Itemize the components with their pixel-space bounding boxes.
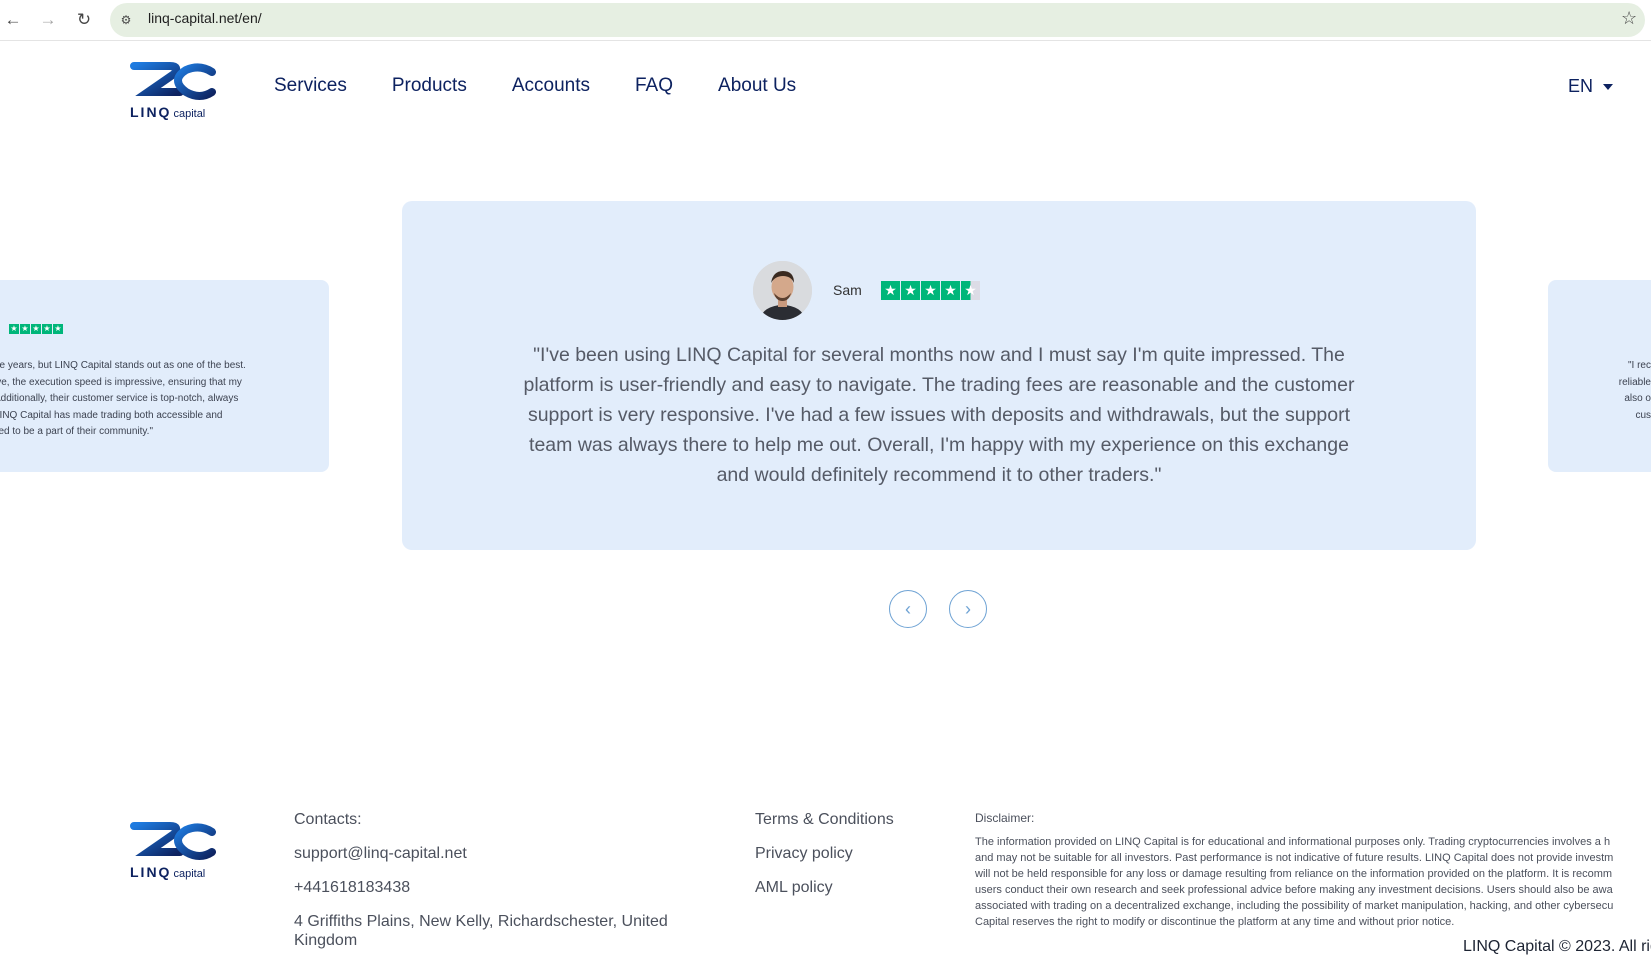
disclaimer-title: Disclaimer: — [975, 811, 1035, 825]
disclaimer-line: The information provided on LINQ Capital… — [975, 836, 1611, 848]
reviewer-avatar — [753, 261, 812, 320]
text-line: reliable — [1618, 376, 1651, 388]
testimonial-text: he years, but LINQ Capital stands out as… — [0, 358, 269, 441]
text-line: "I rec — [1628, 360, 1651, 371]
main-navigation: Services Products Accounts FAQ About Us — [274, 75, 841, 97]
disclaimer-line: associated with trading on a decentraliz… — [975, 900, 1614, 912]
chevron-right-icon: › — [965, 598, 971, 619]
text-line: he years, but LINQ Capital stands out as… — [0, 360, 246, 371]
text-line: lled to be a part of their community." — [0, 426, 153, 437]
url-text[interactable]: linq-capital.net/en/ — [148, 10, 262, 26]
person-avatar-icon — [753, 261, 812, 320]
star-icon: ★ — [31, 324, 41, 334]
star-icon: ★ — [9, 324, 19, 334]
text-line: Additionally, their customer service is … — [0, 393, 239, 404]
logo-wordmark: LINQ capital — [130, 104, 206, 120]
disclaimer-text: The information provided on LINQ Capital… — [975, 834, 1651, 930]
rating-stars: ★ ★ ★ ★ ★ — [9, 324, 63, 334]
logo-wordmark: LINQ capital — [130, 864, 206, 880]
chevron-left-icon: ‹ — [905, 598, 911, 619]
nav-products[interactable]: Products — [392, 75, 467, 97]
back-arrow-icon[interactable]: ← — [1, 8, 25, 32]
nav-services[interactable]: Services — [274, 75, 347, 97]
linq-logo-icon — [130, 822, 216, 860]
site-logo[interactable]: LINQ capital — [130, 60, 216, 120]
disclaimer-line: Capital reserves the right to modify or … — [975, 916, 1455, 928]
nav-about-us[interactable]: About Us — [718, 75, 796, 97]
copyright-text: LINQ Capital © 2023. All rig — [1463, 938, 1651, 955]
contact-email-link[interactable]: support@linq-capital.net — [294, 845, 467, 863]
browser-toolbar: ← → ↻ ⚙ linq-capital.net/en/ ☆ — [0, 0, 1651, 41]
quote-line: and would definitely recommend it to oth… — [716, 464, 1162, 486]
contact-phone[interactable]: +441618183438 — [294, 879, 410, 897]
star-icon: ★ — [921, 281, 940, 300]
nav-accounts[interactable]: Accounts — [512, 75, 590, 97]
reload-icon[interactable]: ↻ — [72, 8, 96, 32]
text-line: cus — [1635, 409, 1651, 421]
star-icon: ★ — [53, 324, 63, 334]
quote-line: platform is user-friendly and easy to na… — [523, 374, 1355, 396]
language-selector[interactable]: EN — [1568, 76, 1614, 97]
rating-stars: ★ ★ ★ ★ ★ — [881, 281, 980, 300]
testimonial-text: "I rec reliable also o cus — [1548, 358, 1651, 424]
text-line: LINQ Capital has made trading both acces… — [0, 409, 223, 421]
carousel-next-button[interactable]: › — [949, 590, 987, 628]
carousel-prev-button[interactable]: ‹ — [889, 590, 927, 628]
text-line: ive, the execution speed is impressive, … — [0, 376, 242, 388]
quote-line: team was always there to help me out. Ov… — [529, 434, 1349, 456]
quote-line: "I've been using LINQ Capital for severa… — [533, 344, 1345, 366]
text-line: also o — [1624, 393, 1651, 404]
privacy-policy-link[interactable]: Privacy policy — [755, 845, 853, 863]
reviewer-name: Sam — [833, 282, 862, 298]
quote-line: support is very responsive. I've had a f… — [527, 404, 1351, 426]
linq-logo-icon — [130, 62, 216, 100]
half-star-icon: ★ — [961, 281, 980, 300]
forward-arrow-icon[interactable]: → — [36, 8, 60, 32]
star-icon: ★ — [901, 281, 920, 300]
footer-logo[interactable]: LINQ capital — [130, 820, 216, 880]
disclaimer-line: users conduct their own research and see… — [975, 884, 1613, 896]
caret-down-icon — [1603, 83, 1614, 90]
language-label: EN — [1568, 76, 1594, 96]
aml-policy-link[interactable]: AML policy — [755, 879, 833, 897]
disclaimer-line: will not be held responsible for any los… — [975, 868, 1613, 880]
testimonial-quote: "I've been using LINQ Capital for severa… — [502, 340, 1376, 490]
bookmark-star-icon[interactable]: ☆ — [1621, 8, 1637, 29]
star-icon: ★ — [20, 324, 30, 334]
testimonial-card-next[interactable]: "I rec reliable also o cus — [1548, 280, 1651, 472]
testimonial-card-previous[interactable]: ★ ★ ★ ★ ★ he years, but LINQ Capital sta… — [0, 280, 329, 472]
star-icon: ★ — [941, 281, 960, 300]
disclaimer-line: and may not be suitable for all investor… — [975, 852, 1614, 864]
contact-address: 4 Griffiths Plains, New Kelly, Richardsc… — [294, 913, 668, 930]
address-bar[interactable] — [110, 3, 1645, 37]
contacts-label: Contacts: — [294, 811, 362, 828]
site-info-icon[interactable]: ⚙ — [116, 10, 136, 30]
star-icon: ★ — [42, 324, 52, 334]
contact-address-cont: Kingdom — [294, 932, 358, 949]
terms-link[interactable]: Terms & Conditions — [755, 811, 894, 829]
star-icon: ★ — [881, 281, 900, 300]
nav-faq[interactable]: FAQ — [635, 75, 673, 97]
